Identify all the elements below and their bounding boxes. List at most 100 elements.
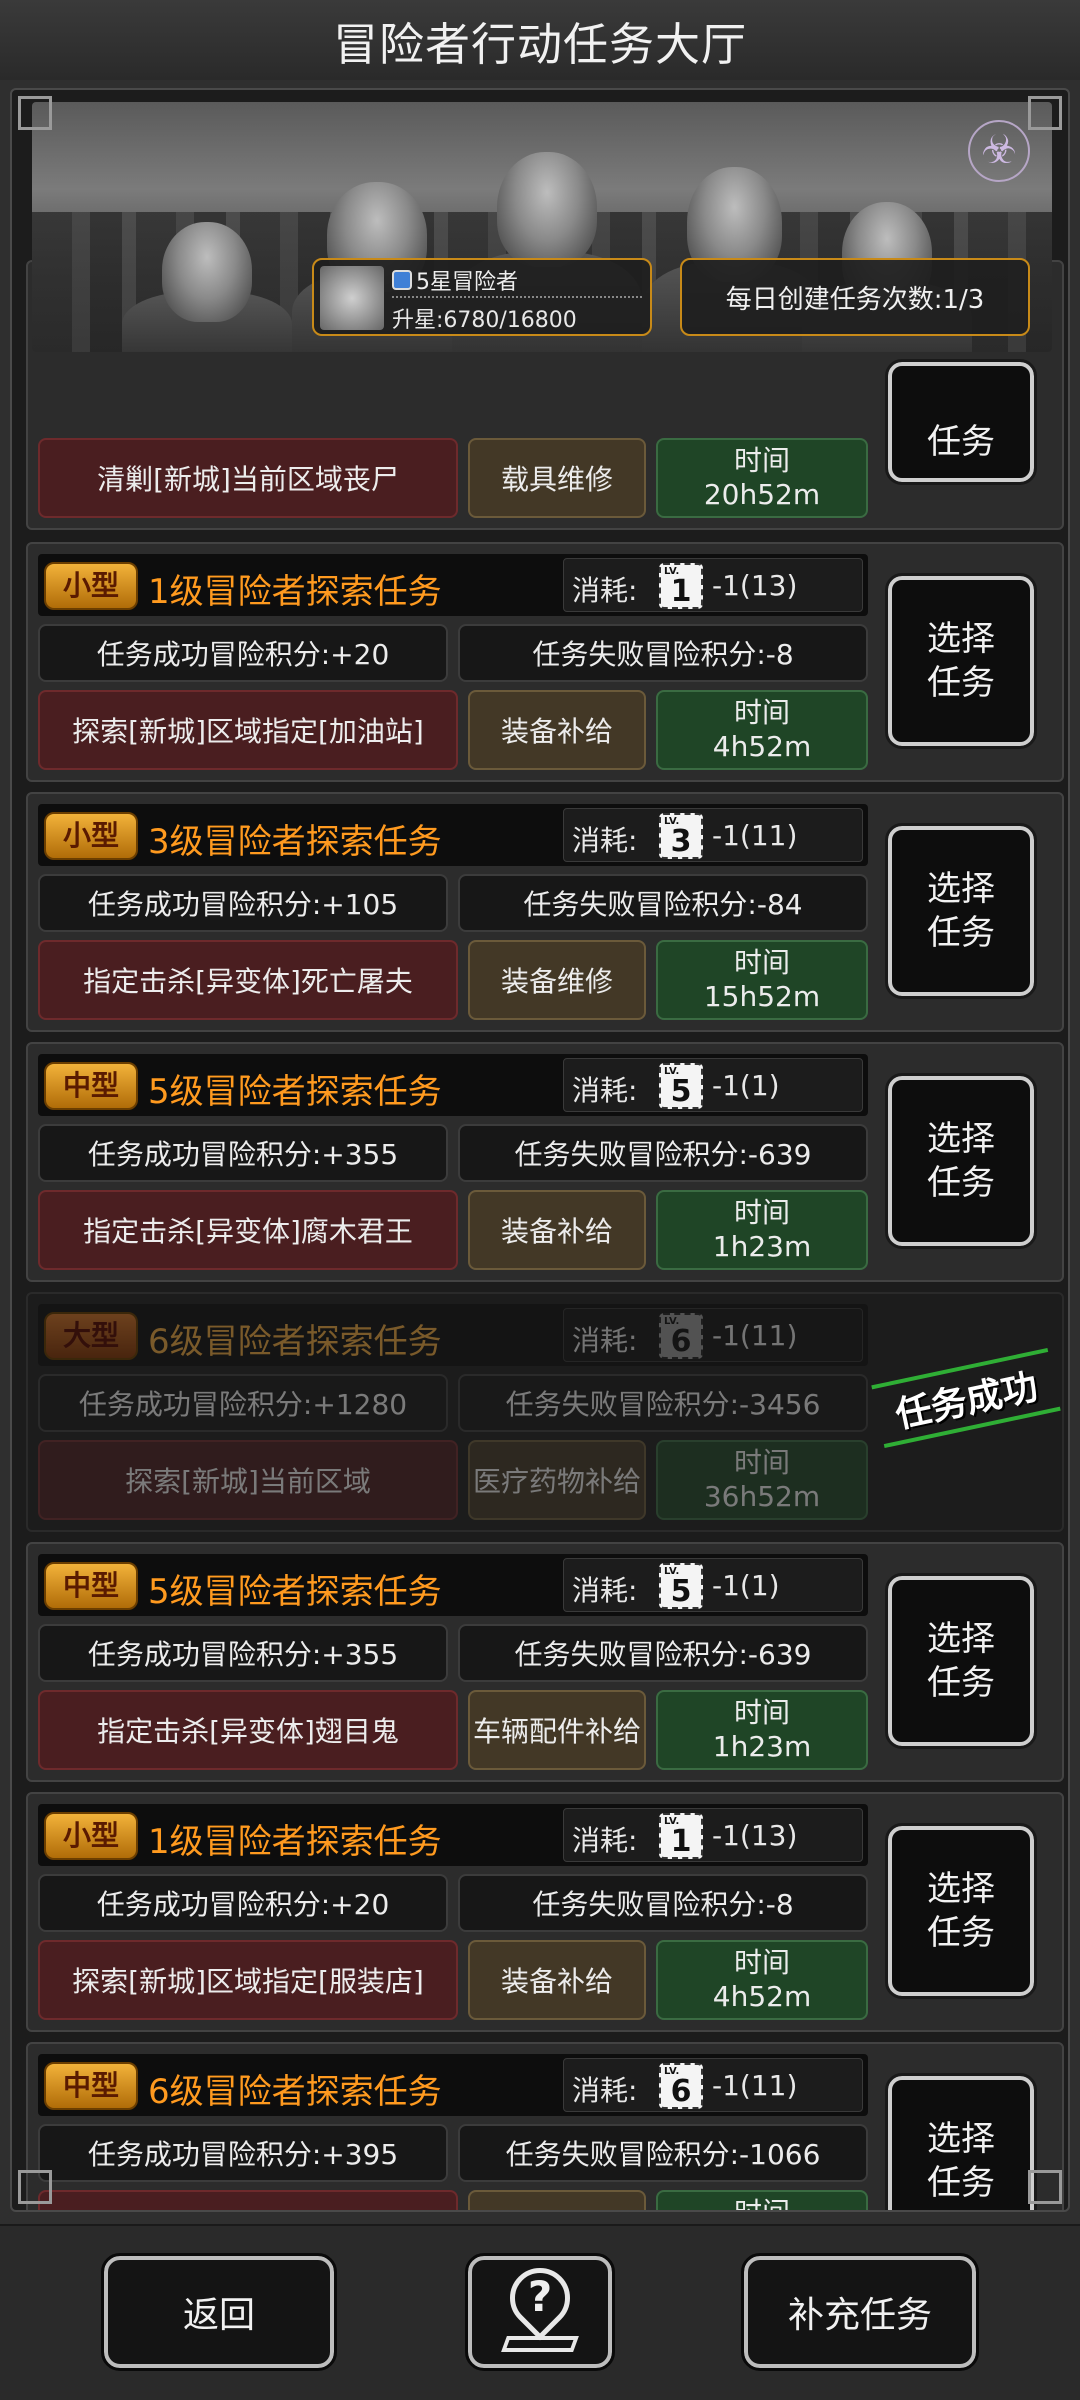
select-task-label: 任务 [927, 2163, 995, 2203]
task-card[interactable]: 小型 1级冒险者探索任务 消耗: LV. 1 -1(13) 任务成功冒险积分:+… [26, 1792, 1064, 2032]
task-size-badge: 中型 [44, 1562, 138, 1610]
select-task-label: 选择 [927, 2119, 995, 2159]
task-size-badge: 小型 [44, 812, 138, 860]
task-target: 指定击杀[异变体]翅目鬼 [38, 1690, 458, 1770]
task-list-frame[interactable]: 清剿[新城]当前区域丧尸 载具维修 时间 20h52m 任务 小型 1级冒险者探… [10, 88, 1070, 2212]
time-label: 时间 [733, 444, 790, 477]
cost-value: -1(11) [712, 1319, 798, 1352]
cost-value: -1(11) [712, 2069, 798, 2102]
task-supply: 装备补给 [468, 1190, 646, 1270]
level-card-icon: LV. 5 [659, 1563, 703, 1609]
fail-points: 任务失败冒险积分:-3456 [458, 1374, 868, 1432]
time-value: 36h52m [703, 1480, 821, 1513]
task-title: 1级冒险者探索任务 [148, 1822, 442, 1862]
rank-progress: 升星:6780/16800 [392, 308, 577, 333]
select-task-label: 任务 [927, 913, 995, 953]
task-time: 时间 36h52m [656, 1440, 868, 1520]
task-supply: 载具维修 [468, 438, 646, 518]
cost-label: 消耗: [572, 824, 638, 857]
time-label: 时间 [733, 1696, 790, 1729]
task-card[interactable]: 中型 5级冒险者探索任务 消耗: LV. 5 -1(1) 任务成功冒险积分:+3… [26, 1542, 1064, 1782]
task-header: 小型 1级冒险者探索任务 消耗: LV. 1 -1(13) [38, 554, 868, 616]
task-cost: 消耗: LV. 1 -1(13) [563, 1808, 863, 1862]
level-card-number: 5 [670, 1574, 692, 1609]
level-card-number: 5 [670, 1074, 692, 1109]
frame-corner-ornament [1028, 96, 1062, 130]
select-task-button[interactable]: 选择 任务 [885, 2073, 1037, 2210]
success-points: 任务成功冒险积分:+20 [38, 1874, 448, 1932]
task-supply: 装备补给 [468, 1940, 646, 2020]
task-supply: 装备维修 [468, 940, 646, 1020]
cost-label: 消耗: [572, 1074, 638, 1107]
task-card[interactable]: 小型 3级冒险者探索任务 消耗: LV. 3 -1(11) 任务成功冒险积分:+… [26, 792, 1064, 1032]
task-target: 探索[新城]当前区域 [38, 1440, 458, 1520]
rank-title: 5星冒险者 [416, 270, 518, 295]
select-task-button[interactable]: 选择 任务 [885, 1823, 1037, 1999]
select-task-label: 选择 [927, 619, 995, 659]
task-target: 指定击杀[异变体]毒镰异虫 [38, 2190, 458, 2210]
task-header: 中型 6级冒险者探索任务 消耗: LV. 6 -1(11) [38, 2054, 868, 2116]
task-cost: 消耗: LV. 5 -1(1) [563, 1558, 863, 1612]
select-task-button[interactable]: 任务 [885, 359, 1037, 485]
task-supply: 装备补给 [468, 690, 646, 770]
level-card-icon: LV. 6 [659, 1313, 703, 1359]
rank-panel[interactable]: 5星冒险者 升星:6780/16800 [312, 258, 652, 336]
task-cost: 消耗: LV. 5 -1(1) [563, 1058, 863, 1112]
task-size-badge: 中型 [44, 1062, 138, 1110]
task-card[interactable]: 中型 6级冒险者探索任务 消耗: LV. 6 -1(11) 任务成功冒险积分:+… [26, 2042, 1064, 2210]
refill-tasks-button[interactable]: 补充任务 [741, 2253, 979, 2371]
task-header: 中型 5级冒险者探索任务 消耗: LV. 5 -1(1) [38, 1554, 868, 1616]
select-task-label: 选择 [927, 1619, 995, 1659]
cost-label: 消耗: [572, 2074, 638, 2107]
task-supply: 医疗药物补给 [468, 1440, 646, 1520]
fail-points: 任务失败冒险积分:-8 [458, 1874, 868, 1932]
time-value: 1h23m [712, 1730, 812, 1763]
task-cost: 消耗: LV. 6 -1(11) [563, 1308, 863, 1362]
success-points: 任务成功冒险积分:+355 [38, 1124, 448, 1182]
select-task-label: 任务 [927, 1663, 995, 1703]
back-button[interactable]: 返回 [101, 2253, 337, 2371]
task-time: 时间 36h52m [656, 2190, 868, 2210]
select-task-button[interactable]: 选择 任务 [885, 1573, 1037, 1749]
cost-label: 消耗: [572, 1324, 638, 1357]
level-card-icon: LV. 1 [659, 1813, 703, 1859]
level-card-number: 6 [670, 1324, 692, 1359]
task-title: 1级冒险者探索任务 [148, 572, 442, 612]
task-title: 5级冒险者探索任务 [148, 1072, 442, 1112]
select-task-button[interactable]: 选择 任务 [885, 573, 1037, 749]
task-time: 时间 4h52m [656, 1940, 868, 2020]
task-card: 大型 6级冒险者探索任务 消耗: LV. 6 -1(11) 任务成功冒险积分:+… [26, 1292, 1064, 1532]
fail-points: 任务失败冒险积分:-639 [458, 1124, 868, 1182]
task-cost: 消耗: LV. 1 -1(13) [563, 558, 863, 612]
rank-badge-icon [392, 270, 412, 290]
task-cost: 消耗: LV. 6 -1(11) [563, 2058, 863, 2112]
avatar [320, 266, 384, 330]
task-header: 小型 3级冒险者探索任务 消耗: LV. 3 -1(11) [38, 804, 868, 866]
level-card-number: 1 [670, 1824, 692, 1859]
task-list[interactable]: 清剿[新城]当前区域丧尸 载具维修 时间 20h52m 任务 小型 1级冒险者探… [12, 90, 1068, 2210]
task-time: 时间 1h23m [656, 1690, 868, 1770]
fail-points: 任务失败冒险积分:-1066 [458, 2124, 868, 2182]
frame-corner-ornament [18, 2170, 52, 2204]
task-size-badge: 小型 [44, 1812, 138, 1860]
help-button[interactable]: ? [465, 2253, 615, 2371]
task-card[interactable]: 小型 1级冒险者探索任务 消耗: LV. 1 -1(13) 任务成功冒险积分:+… [26, 542, 1064, 782]
time-value: 4h52m [712, 1980, 812, 2013]
level-card-number: 1 [670, 574, 692, 609]
level-card-icon: LV. 1 [659, 563, 703, 609]
time-label: 时间 [733, 1446, 790, 1479]
cost-label: 消耗: [572, 1574, 638, 1607]
task-card[interactable]: 中型 5级冒险者探索任务 消耗: LV. 5 -1(1) 任务成功冒险积分:+3… [26, 1042, 1064, 1282]
divider [392, 296, 642, 298]
task-title: 3级冒险者探索任务 [148, 822, 442, 862]
fail-points: 任务失败冒险积分:-639 [458, 1624, 868, 1682]
time-value: 15h52m [703, 980, 821, 1013]
select-task-button[interactable]: 选择 任务 [885, 1073, 1037, 1249]
task-header: 大型 6级冒险者探索任务 消耗: LV. 6 -1(11) [38, 1304, 868, 1366]
success-points: 任务成功冒险积分:+20 [38, 624, 448, 682]
task-size-badge: 小型 [44, 562, 138, 610]
select-task-button[interactable]: 选择 任务 [885, 823, 1037, 999]
task-time: 时间 1h23m [656, 1190, 868, 1270]
task-title: 6级冒险者探索任务 [148, 2072, 442, 2112]
level-card-number: 6 [670, 2074, 692, 2109]
